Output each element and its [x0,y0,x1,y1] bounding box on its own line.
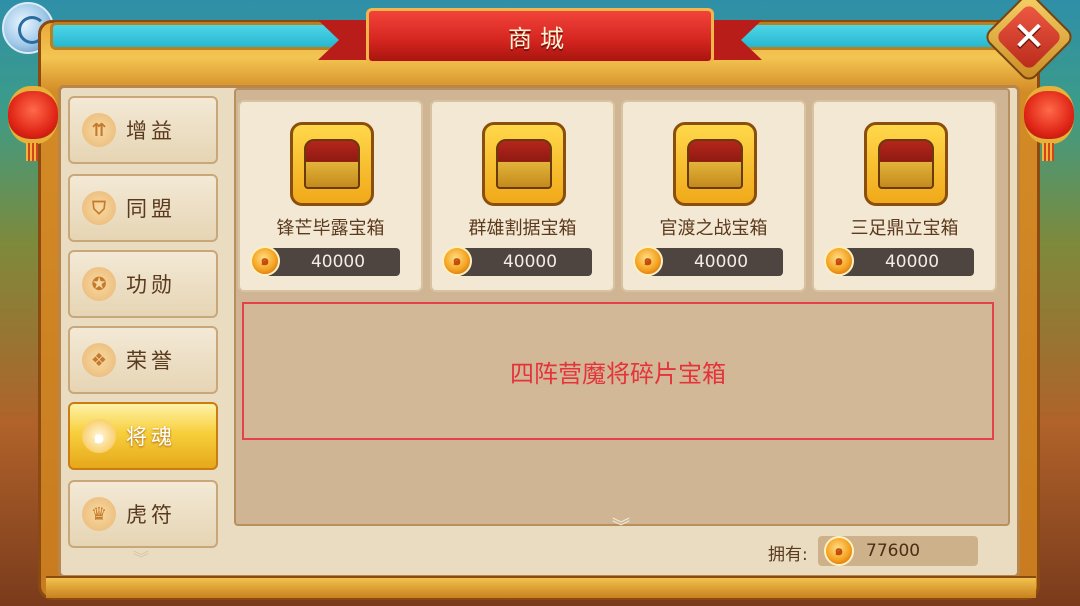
sidebar-item-label: 将魂 [126,425,176,449]
sidebar-item-label: 荣誉 [126,349,176,373]
shop-item-card[interactable]: 锋芒毕露宝箱 ๑ 40000 [238,100,423,292]
shop-bottom-strip [46,576,1036,598]
shop-item-card[interactable]: 官渡之战宝箱 ๑ 40000 [621,100,806,292]
tiger-token-icon: ♛ [82,497,116,531]
soul-coin-icon: ๑ [824,536,854,566]
honor-icon: ❖ [82,343,116,377]
sidebar-item-honor[interactable]: ❖ 荣誉 [68,326,218,394]
page-title: 商城 [508,24,572,53]
item-price-value: 40000 [884,252,940,272]
owned-amount: 77600 [866,541,921,561]
title-ribbon: 商城 [318,6,762,66]
lantern-right-icon [1024,86,1074,161]
treasure-chest-icon [673,122,757,206]
sidebar-item-tiger-token[interactable]: ♛ 虎符 [68,480,218,548]
soul-coin-icon: ๑ [250,246,280,276]
sidebar-item-label: 虎符 [126,503,176,527]
alliance-banner-icon: ⛉ [82,191,116,225]
soul-coin-icon: ๑ [442,246,472,276]
sidebar-item-label: 增益 [126,119,176,143]
soul-flame-icon: ๑ [82,419,116,453]
shop-item-card[interactable]: 三足鼎立宝箱 ๑ 40000 [812,100,997,292]
merit-icon: ✪ [82,267,116,301]
sidebar-item-merit[interactable]: ✪ 功勋 [68,250,218,318]
item-price: ๑ 40000 [250,246,400,276]
owned-currency-box: ๑ 77600 [818,536,978,566]
item-price: ๑ 40000 [442,246,592,276]
content-scroll-down-icon[interactable]: ︾ [606,519,636,537]
sidebar-item-alliance[interactable]: ⛉ 同盟 [68,174,218,242]
item-price: ๑ 40000 [633,246,783,276]
item-price-value: 40000 [693,252,749,272]
close-icon[interactable]: ✕ [1003,14,1055,60]
item-detail-text: 四阵营魔将碎片宝箱 [510,359,726,388]
item-price-value: 40000 [502,252,558,272]
buff-icon: ⇈ [82,113,116,147]
lantern-left-icon [8,86,58,161]
sidebar-item-soul[interactable]: ๑ 将魂 [68,402,218,470]
sidebar-scroll-down-icon[interactable]: ︾ [128,551,154,567]
sidebar-item-buff[interactable]: ⇈ 增益 [68,96,218,164]
sidebar-item-label: 功勋 [126,273,176,297]
soul-coin-icon: ๑ [824,246,854,276]
item-name: 锋芒毕露宝箱 [276,218,385,239]
item-price-value: 40000 [310,252,366,272]
item-detail-box: 四阵营魔将碎片宝箱 [242,302,994,440]
treasure-chest-icon [482,122,566,206]
owned-label: 拥有: [768,545,808,565]
item-price: ๑ 40000 [824,246,974,276]
ribbon-body: 商城 [366,8,714,64]
item-name: 三足鼎立宝箱 [850,218,959,239]
shop-item-card[interactable]: 群雄割据宝箱 ๑ 40000 [430,100,615,292]
sidebar-item-label: 同盟 [126,197,176,221]
item-name: 群雄割据宝箱 [468,218,577,239]
soul-coin-icon: ๑ [633,246,663,276]
item-name: 官渡之战宝箱 [659,218,768,239]
treasure-chest-icon [864,122,948,206]
treasure-chest-icon [290,122,374,206]
